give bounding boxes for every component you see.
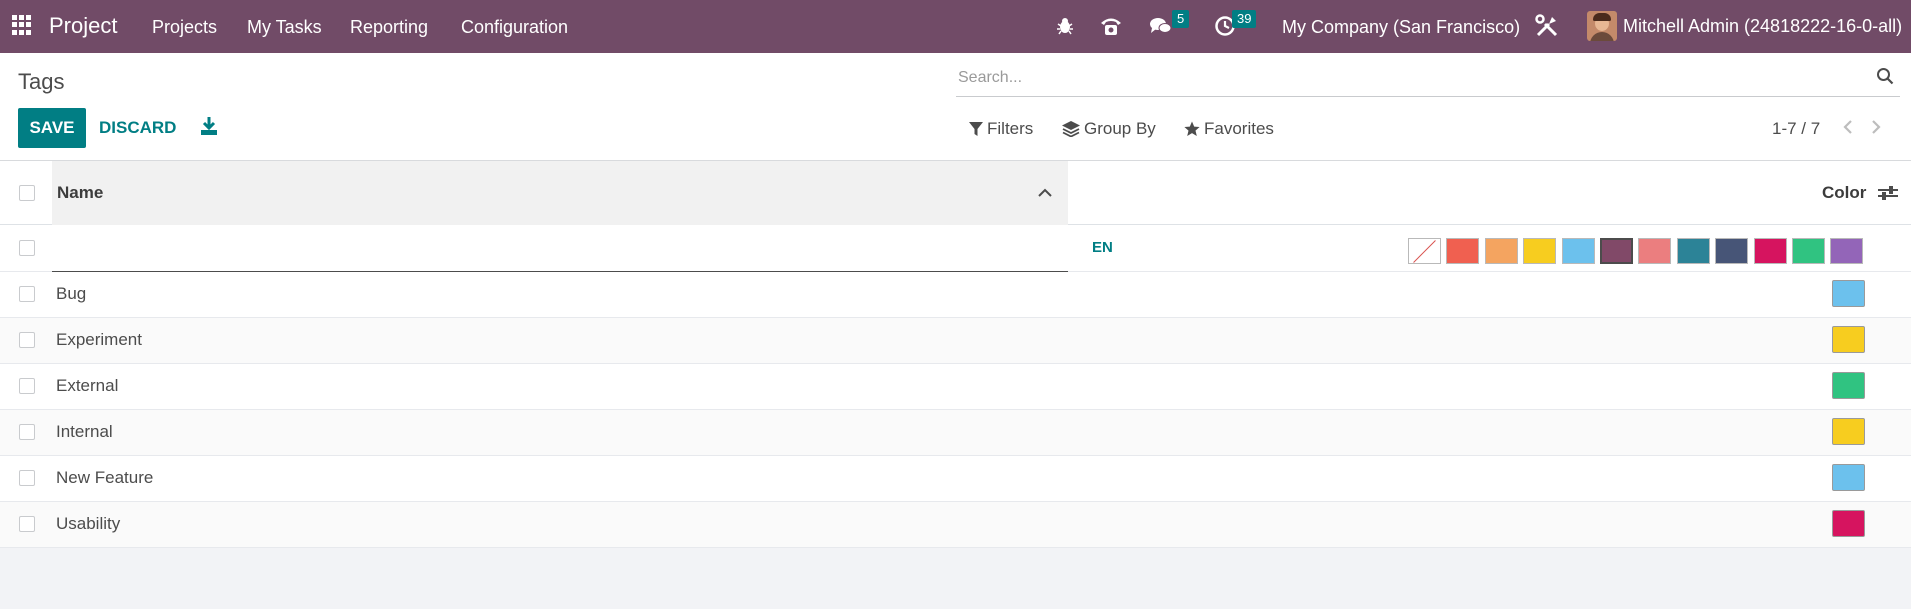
table-row[interactable]: Usability	[0, 502, 1911, 548]
favorites-label: Favorites	[1204, 119, 1274, 138]
menu-configuration[interactable]: Configuration	[461, 17, 568, 38]
messages-chat-icon[interactable]	[1148, 13, 1174, 39]
row-checkbox[interactable]	[19, 240, 35, 256]
search-icon[interactable]	[1876, 67, 1896, 87]
tag-color-swatch[interactable]	[1832, 418, 1865, 445]
color-swatch[interactable]	[1638, 238, 1672, 264]
color-picker-palette	[1408, 238, 1869, 264]
tag-color-swatch[interactable]	[1832, 326, 1865, 353]
phone-icon[interactable]	[1098, 13, 1124, 39]
tag-name-cell: Experiment	[56, 330, 142, 349]
star-icon	[1184, 121, 1200, 137]
row-checkbox[interactable]	[19, 424, 35, 440]
new-record-edit-row: EN	[0, 225, 1911, 272]
export-download-icon[interactable]	[200, 116, 220, 138]
layers-icon	[1062, 121, 1080, 137]
color-swatch[interactable]	[1753, 238, 1787, 264]
tag-name-cell: Bug	[56, 284, 87, 303]
language-button[interactable]: EN	[1092, 239, 1113, 256]
tag-name-cell: Usability	[56, 514, 121, 533]
select-all-checkbox[interactable]	[19, 185, 35, 201]
table-row[interactable]: Experiment	[0, 318, 1911, 364]
color-swatch-none[interactable]	[1408, 238, 1441, 264]
group-by-label: Group By	[1084, 119, 1156, 138]
color-swatch[interactable]	[1676, 238, 1710, 264]
pager-value[interactable]: 1-7 / 7	[1772, 119, 1820, 139]
pager-next-icon[interactable]	[1868, 117, 1884, 137]
row-checkbox[interactable]	[19, 516, 35, 532]
tag-color-swatch[interactable]	[1832, 372, 1865, 399]
filters-label: Filters	[987, 119, 1034, 138]
filter-funnel-icon	[969, 121, 983, 137]
color-swatch[interactable]	[1791, 238, 1825, 264]
name-column-header-bg	[52, 161, 1068, 225]
row-checkbox[interactable]	[19, 332, 35, 348]
name-input[interactable]	[56, 237, 1016, 257]
search-input[interactable]	[958, 69, 1838, 87]
pager-previous-icon[interactable]	[1840, 117, 1856, 137]
color-swatch[interactable]	[1715, 238, 1749, 264]
app-menu-grid-icon[interactable]	[12, 15, 32, 35]
table-header: Name Color	[0, 161, 1911, 225]
page-title: Tags	[18, 69, 65, 94]
row-checkbox[interactable]	[19, 286, 35, 302]
color-column-header[interactable]: Color	[1822, 183, 1866, 203]
app-brand[interactable]: Project	[49, 13, 117, 39]
tag-name-cell: Internal	[56, 422, 113, 441]
search-bar	[956, 61, 1900, 97]
tag-color-swatch[interactable]	[1832, 510, 1865, 537]
group-by-button[interactable]: Group By	[1062, 119, 1156, 139]
favorites-button[interactable]: Favorites	[1184, 119, 1274, 139]
messages-count-badge: 5	[1172, 10, 1190, 28]
column-options-sliders-icon[interactable]	[1878, 185, 1898, 203]
color-swatch[interactable]	[1484, 238, 1518, 264]
row-checkbox[interactable]	[19, 378, 35, 394]
table-row[interactable]: Bug	[0, 272, 1911, 318]
name-edit-field: EN	[52, 225, 1113, 272]
top-navbar: Project Projects My Tasks Reporting Conf…	[0, 0, 1911, 53]
tag-color-swatch[interactable]	[1832, 280, 1865, 307]
tags-list-table: Name Color EN Bug Experiment External Inter…	[0, 161, 1911, 548]
table-row[interactable]: Internal	[0, 410, 1911, 456]
table-body: Bug Experiment External Internal New Feature…	[0, 272, 1911, 548]
tag-name-cell: New Feature	[56, 468, 154, 487]
tag-name-cell: External	[56, 376, 119, 395]
color-swatch[interactable]	[1830, 238, 1864, 264]
filters-button[interactable]: Filters	[969, 119, 1033, 139]
color-swatch[interactable]	[1599, 238, 1633, 264]
color-swatch[interactable]	[1446, 238, 1480, 264]
color-swatch[interactable]	[1561, 238, 1595, 264]
menu-my-tasks[interactable]: My Tasks	[247, 17, 322, 38]
menu-projects[interactable]: Projects	[152, 17, 217, 38]
user-avatar	[1587, 11, 1617, 41]
table-row[interactable]: New Feature	[0, 456, 1911, 502]
color-swatch[interactable]	[1523, 238, 1557, 264]
control-panel: Tags SAVE DISCARD Filters Group By Favor…	[0, 53, 1911, 161]
save-button[interactable]: SAVE	[18, 108, 86, 148]
row-checkbox[interactable]	[19, 470, 35, 486]
discard-button[interactable]: DISCARD	[99, 118, 176, 138]
user-menu[interactable]: Mitchell Admin (24818222-16-0-all)	[1587, 11, 1902, 41]
user-name: Mitchell Admin (24818222-16-0-all)	[1623, 15, 1903, 36]
name-column-header[interactable]: Name	[57, 183, 103, 203]
debug-bug-icon[interactable]	[1052, 13, 1078, 39]
menu-reporting[interactable]: Reporting	[350, 17, 428, 38]
activities-count-badge: 39	[1232, 10, 1257, 28]
tools-settings-icon[interactable]	[1534, 13, 1560, 39]
company-switcher[interactable]: My Company (San Francisco)	[1282, 17, 1520, 38]
tag-color-swatch[interactable]	[1832, 464, 1865, 491]
sort-ascending-icon[interactable]	[1038, 185, 1054, 199]
table-row[interactable]: External	[0, 364, 1911, 410]
